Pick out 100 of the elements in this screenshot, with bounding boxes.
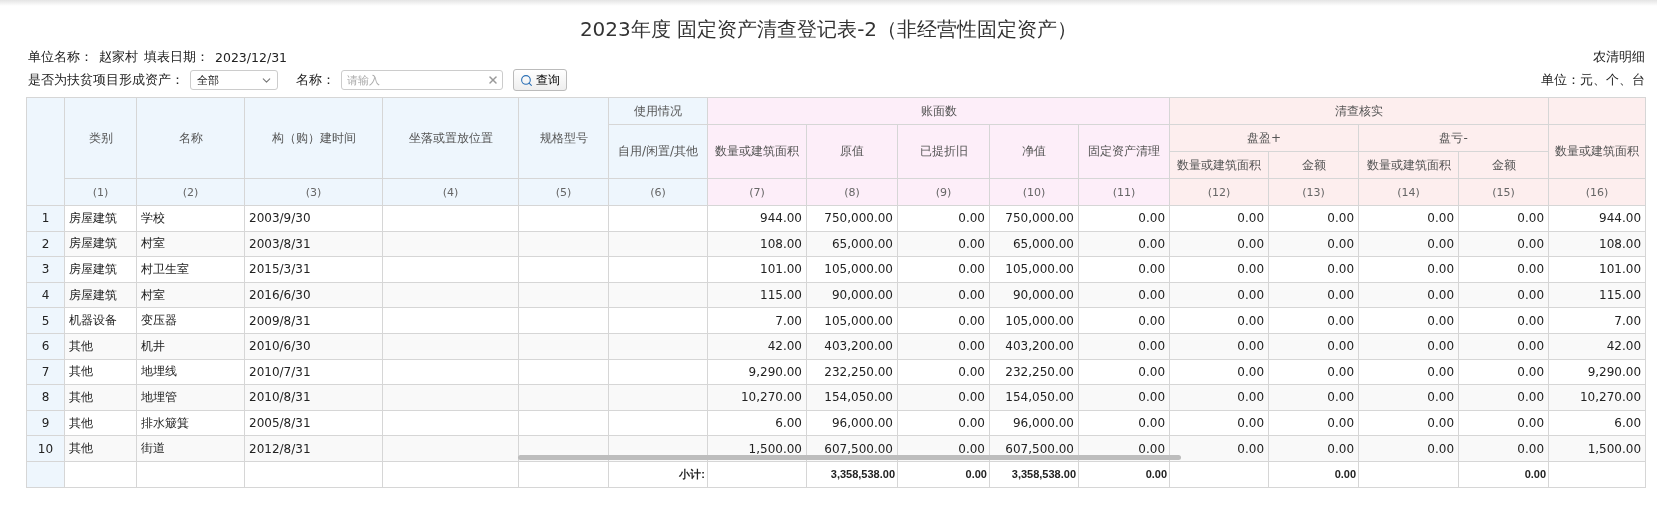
- column-group-header: 盘亏-: [1358, 124, 1549, 152]
- table-cell: 0.00: [1458, 307, 1549, 334]
- unit-label: 单位名称：: [28, 48, 93, 66]
- table-cell: 0.00: [1458, 282, 1549, 308]
- query-button[interactable]: 查询: [513, 69, 567, 91]
- table-cell: 0.00: [1169, 359, 1269, 385]
- report-title: 2023年度 固定资产清查登记表-2（非经营性固定资产）: [578, 16, 1079, 43]
- table-cell: 403,200.00: [989, 333, 1079, 360]
- column-header: 已提折旧: [897, 124, 990, 179]
- table-cell: 0.00: [1078, 333, 1170, 360]
- column-number: (4): [382, 178, 519, 206]
- table-cell: 2012/8/31: [244, 435, 383, 462]
- table-cell: 6.00: [707, 410, 807, 436]
- table-cell: 0.00: [1358, 307, 1459, 334]
- table-cell: 0.00: [1268, 410, 1359, 436]
- subtotal-cell: 0.00: [1078, 461, 1170, 488]
- table-cell: 105,000.00: [989, 256, 1079, 283]
- table-cell: 90,000.00: [806, 282, 898, 308]
- table-cell: 0.00: [1458, 359, 1549, 385]
- table-cell: 村室: [136, 282, 245, 308]
- column-header: 固定资产清理: [1078, 124, 1170, 179]
- table-cell: 村卫生室: [136, 256, 245, 283]
- table-cell: 108.00: [1548, 231, 1646, 257]
- fill-date: 2023/12/31: [215, 49, 288, 65]
- row-number: 8: [26, 384, 65, 411]
- table-cell: 9,290.00: [707, 359, 807, 385]
- column-header: 数量或建筑面积: [707, 124, 807, 179]
- column-header: 类别: [64, 97, 137, 179]
- table-cell: 101.00: [1548, 256, 1646, 283]
- table-cell: 地埋管: [136, 384, 245, 411]
- table-cell: 0.00: [1169, 231, 1269, 257]
- table-cell: 0.00: [897, 384, 990, 411]
- column-header: 金额: [1268, 151, 1359, 179]
- table-cell: 0.00: [1078, 410, 1170, 436]
- table-cell: 0.00: [1078, 282, 1170, 308]
- column-header: 数量或建筑面积: [1358, 151, 1459, 179]
- table-cell: 10,270.00: [1548, 384, 1646, 411]
- row-number: 3: [26, 256, 65, 283]
- table-cell: 0.00: [1169, 384, 1269, 411]
- table-cell: 6.00: [1548, 410, 1646, 436]
- table-cell: 0.00: [1458, 410, 1549, 436]
- clear-icon[interactable]: [487, 74, 499, 86]
- column-header: 数量或建筑面积: [1548, 124, 1646, 179]
- table-cell: 变压器: [136, 307, 245, 334]
- column-header: 构（购）建时间: [244, 97, 383, 179]
- units-note: 单位：元、个、台: [1541, 71, 1645, 89]
- subtotal-cell: 3,358,538.00: [806, 461, 898, 488]
- table-cell: 115.00: [707, 282, 807, 308]
- table-cell: 0.00: [1358, 205, 1459, 232]
- column-number: (1): [64, 178, 137, 206]
- table-cell: 2016/6/30: [244, 282, 383, 308]
- column-header: 金额: [1458, 151, 1549, 179]
- table-cell: 排水簸箕: [136, 410, 245, 436]
- column-number: (2): [136, 178, 245, 206]
- table-cell: 0.00: [1169, 307, 1269, 334]
- table-cell: 0.00: [1169, 333, 1269, 360]
- table-cell: 0.00: [1358, 384, 1459, 411]
- row-number: 2: [26, 231, 65, 257]
- column-number: (16): [1548, 178, 1646, 206]
- subtotal-cell: 0.00: [897, 461, 990, 488]
- table-cell: 0.00: [897, 256, 990, 283]
- table-cell: 1,500.00: [1548, 435, 1646, 462]
- table-cell: 0.00: [1458, 231, 1549, 257]
- table-cell: 750,000.00: [989, 205, 1079, 232]
- report-code: 农清明细: [1593, 48, 1645, 66]
- table-cell: 0.00: [1078, 307, 1170, 334]
- table-cell: 944.00: [707, 205, 807, 232]
- table-cell: 42.00: [1548, 333, 1646, 360]
- table-cell: 105,000.00: [806, 307, 898, 334]
- table-cell: 2003/8/31: [244, 231, 383, 257]
- table-cell: 街道: [136, 435, 245, 462]
- table-cell: 65,000.00: [989, 231, 1079, 257]
- table-cell: 0.00: [1268, 333, 1359, 360]
- table-cell: 0.00: [1078, 256, 1170, 283]
- table-cell: 7.00: [707, 307, 807, 334]
- column-header: 坐落或置放位置: [382, 97, 519, 179]
- table-cell: 9,290.00: [1548, 359, 1646, 385]
- table-cell: 2010/6/30: [244, 333, 383, 360]
- table-cell: 105,000.00: [806, 256, 898, 283]
- table-cell: 2010/7/31: [244, 359, 383, 385]
- horizontal-scrollbar[interactable]: [518, 454, 1181, 460]
- table-cell: 0.00: [897, 231, 990, 257]
- table-cell: 2010/8/31: [244, 384, 383, 411]
- table-cell: 0.00: [1268, 384, 1359, 411]
- table-cell: 机器设备: [64, 307, 137, 334]
- table-cell: 0.00: [1358, 333, 1459, 360]
- table-cell: 学校: [136, 205, 245, 232]
- table-cell: 地埋线: [136, 359, 245, 385]
- poverty-select[interactable]: 全部: [190, 70, 278, 90]
- table-cell: 944.00: [1548, 205, 1646, 232]
- search-icon: [520, 73, 533, 87]
- name-search-field[interactable]: 请输入: [341, 70, 503, 90]
- table-cell: 0.00: [1169, 256, 1269, 283]
- table-cell: 101.00: [707, 256, 807, 283]
- table-cell: 7.00: [1548, 307, 1646, 334]
- subtotal-cell: 0.00: [1458, 461, 1549, 488]
- table-cell: 0.00: [1169, 410, 1269, 436]
- table-cell: 其他: [64, 435, 137, 462]
- column-group-header: 清查核实: [1169, 97, 1549, 125]
- column-number: (5): [518, 178, 609, 206]
